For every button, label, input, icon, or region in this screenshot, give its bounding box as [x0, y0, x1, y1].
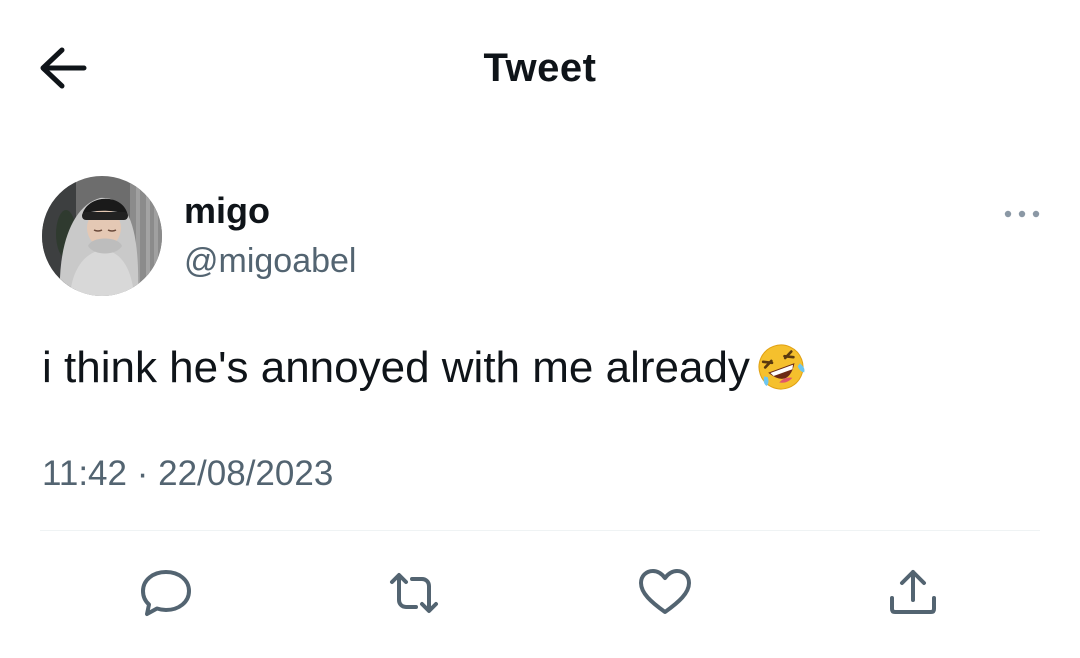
divider [40, 530, 1040, 531]
avatar[interactable] [42, 176, 162, 296]
share-icon [890, 570, 936, 614]
more-horizontal-icon [1004, 210, 1040, 218]
like-icon [639, 569, 691, 614]
tweet-timestamp[interactable]: 11:42 · 22/08/2023 [42, 454, 333, 494]
page-title: Tweet [483, 46, 597, 90]
tweet-time: 11:42 [42, 454, 127, 493]
author-display-name[interactable]: migo [184, 190, 270, 232]
rolling-on-the-floor-laughing-icon [756, 342, 806, 403]
author-handle[interactable]: @migoabel [184, 242, 357, 281]
share-button[interactable] [883, 564, 943, 622]
tweet-body: i think he's annoyed with me already [42, 343, 750, 392]
retweet-icon [390, 573, 438, 613]
tweet-text: i think he's annoyed with me already [42, 342, 806, 403]
meta-separator: · [136, 454, 149, 493]
avatar-image [42, 176, 162, 296]
top-bar: Tweet [0, 0, 1080, 140]
more-options-button[interactable] [996, 198, 1048, 230]
tweet-date: 22/08/2023 [158, 454, 334, 493]
reply-button[interactable] [136, 564, 196, 622]
like-button[interactable] [635, 564, 695, 622]
reply-icon [141, 570, 191, 616]
retweet-button[interactable] [384, 564, 444, 622]
